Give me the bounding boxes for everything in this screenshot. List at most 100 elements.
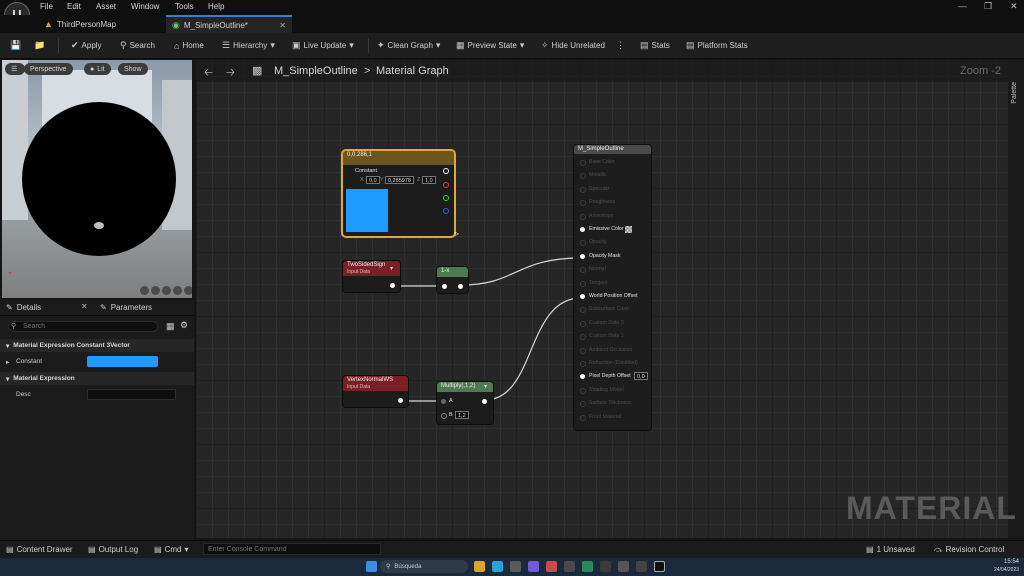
output-pin-r[interactable] [443, 182, 449, 188]
app-icon[interactable] [528, 561, 539, 572]
app-icon[interactable] [600, 561, 611, 572]
viewport-menu-button[interactable]: ☰ [5, 63, 25, 75]
hierarchy-button[interactable]: ☰ Hierarchy ▾ [222, 33, 275, 58]
menu-help[interactable]: Help [208, 2, 224, 11]
expand-arrow-icon[interactable]: ▸ [6, 358, 9, 366]
result-input-row[interactable]: World Position Offset [574, 292, 651, 302]
result-input-row[interactable]: Ambient Occlusion [574, 346, 651, 356]
close-window-icon[interactable]: ✕ [1010, 1, 1018, 12]
input-pin[interactable] [442, 284, 447, 289]
x-value-field[interactable]: 0,0 [366, 176, 380, 184]
sphere-icon[interactable] [151, 286, 160, 295]
input-pin[interactable] [580, 361, 586, 367]
taskbar-search[interactable]: ⚲ Búsqueda [380, 560, 468, 573]
app-icon[interactable] [618, 561, 629, 572]
tab-details[interactable]: ✎ Details [6, 300, 41, 314]
back-arrow-icon[interactable]: 🡠 [204, 64, 213, 83]
preview-state-button[interactable]: ▦ Preview State ▾ [456, 33, 524, 58]
input-pin[interactable] [580, 267, 586, 274]
result-input-row[interactable]: Custom Data 0 [574, 319, 651, 329]
constant3vector-node[interactable]: 0,0.286,1 Constant X 0,0 Y 0,285978 Z 1,… [343, 151, 454, 236]
result-input-row[interactable]: Pixel Depth Offset 0,0 [574, 372, 651, 382]
hide-unrelated-button[interactable]: ✧ Hide Unrelated [541, 33, 605, 58]
chevron-down-icon[interactable]: ▾ [390, 265, 393, 272]
unsaved-button[interactable]: ▤ 1 Unsaved [866, 541, 915, 558]
store-icon[interactable] [510, 561, 521, 572]
input-pin[interactable] [580, 173, 586, 180]
z-value-field[interactable]: 1,0 [422, 176, 436, 184]
input-pin[interactable] [580, 186, 586, 193]
mesh-icon[interactable] [184, 286, 192, 295]
input-pin[interactable] [580, 320, 586, 327]
close-tab-icon[interactable]: ✕ [279, 21, 286, 30]
app-icon[interactable] [582, 561, 593, 572]
result-input-row[interactable]: Roughness [574, 198, 651, 208]
plane-icon[interactable] [162, 286, 171, 295]
result-input-row[interactable]: Normal [574, 265, 651, 275]
input-pin[interactable] [580, 374, 585, 380]
breadcrumb-page[interactable]: Material Graph [376, 65, 449, 77]
constant-color-swatch[interactable] [87, 356, 158, 367]
output-pin[interactable] [398, 398, 403, 403]
result-input-row[interactable]: Subsurface Color [574, 305, 651, 315]
more-options-button[interactable]: ⋮ [616, 33, 625, 58]
breadcrumb-root[interactable]: M_SimpleOutline [274, 65, 358, 77]
input-pin[interactable] [580, 347, 586, 354]
pixel-depth-offset-field[interactable]: 0,0 [634, 372, 648, 381]
output-pin[interactable] [482, 399, 487, 404]
category-material-expression[interactable]: ▾ Material Expression [0, 372, 194, 385]
menu-asset[interactable]: Asset [96, 2, 116, 11]
revision-control-button[interactable]: ⤼ Revision Control [934, 541, 1004, 558]
live-update-button[interactable]: ▣ Live Update ▾ [292, 33, 354, 58]
tab-thirdpersonmap[interactable]: ▲ ThirdPersonMap [38, 15, 166, 33]
input-pin[interactable] [580, 160, 586, 166]
menu-edit[interactable]: Edit [67, 2, 81, 11]
clean-graph-button[interactable]: ✦ Clean Graph ▾ [377, 33, 440, 58]
result-input-row[interactable]: Surface Thickness [574, 399, 651, 409]
palette-sidebar[interactable]: Palette [1008, 60, 1024, 538]
input-pin[interactable] [580, 334, 586, 341]
edge-icon[interactable] [492, 561, 503, 572]
input-pin[interactable] [580, 227, 585, 232]
home-button[interactable]: ⌂ Home [174, 33, 204, 58]
result-input-row[interactable]: Emissive Color [574, 225, 651, 235]
b-value-field[interactable]: 1,2 [455, 411, 469, 419]
material-result-node[interactable]: M_SimpleOutline Base Color Metallic Specul… [574, 145, 651, 430]
input-pin[interactable] [580, 294, 585, 299]
input-pin[interactable] [580, 280, 586, 287]
maximize-icon[interactable]: ❐ [984, 1, 992, 12]
save-button[interactable]: 💾 [10, 33, 21, 58]
stats-button[interactable]: ▤ Stats [640, 33, 670, 58]
windows-start-icon[interactable] [366, 561, 377, 572]
input-pin-b[interactable] [441, 413, 447, 419]
menu-tools[interactable]: Tools [175, 2, 194, 11]
result-input-row[interactable]: Base Color [574, 158, 651, 168]
cmd-button[interactable]: ▤ Cmd ▾ [154, 541, 188, 558]
twosidedsign-node[interactable]: TwoSidedSign Input Data ▾ [343, 261, 400, 292]
multiply-node[interactable]: Multiply(,1,2) ▾ A B 1,2 [437, 382, 493, 424]
forward-arrow-icon[interactable]: 🡢 [226, 64, 235, 83]
y-value-field[interactable]: 0,285978 [385, 176, 414, 184]
input-pin[interactable] [580, 200, 586, 207]
close-details-icon[interactable]: ✕ [81, 302, 88, 311]
output-pin-rgb[interactable] [443, 168, 449, 174]
oneminus-node[interactable]: 1-x [437, 267, 468, 293]
result-input-row[interactable]: Refraction (Disabled) [574, 359, 651, 369]
perspective-button[interactable]: Perspective [24, 63, 73, 75]
result-input-row[interactable]: Custom Data 1 [574, 332, 651, 342]
details-search-input[interactable] [8, 321, 158, 332]
input-pin[interactable] [580, 307, 586, 314]
result-input-row[interactable]: Shading Model [574, 386, 651, 396]
result-input-row[interactable]: Front Material [574, 413, 651, 423]
input-pin[interactable] [580, 253, 585, 259]
output-pin[interactable] [458, 284, 463, 289]
category-expression-constant-3vector[interactable]: ▾ Material Expression Constant 3Vector [0, 339, 194, 352]
input-pin[interactable] [580, 387, 586, 394]
cube-icon[interactable] [173, 286, 182, 295]
console-command-input[interactable] [203, 543, 381, 555]
result-input-row[interactable]: Specular [574, 185, 651, 195]
desc-field[interactable] [87, 389, 176, 400]
app-icon[interactable] [636, 561, 647, 572]
result-input-row[interactable]: Metallic [574, 171, 651, 181]
menu-file[interactable]: File [40, 2, 53, 11]
